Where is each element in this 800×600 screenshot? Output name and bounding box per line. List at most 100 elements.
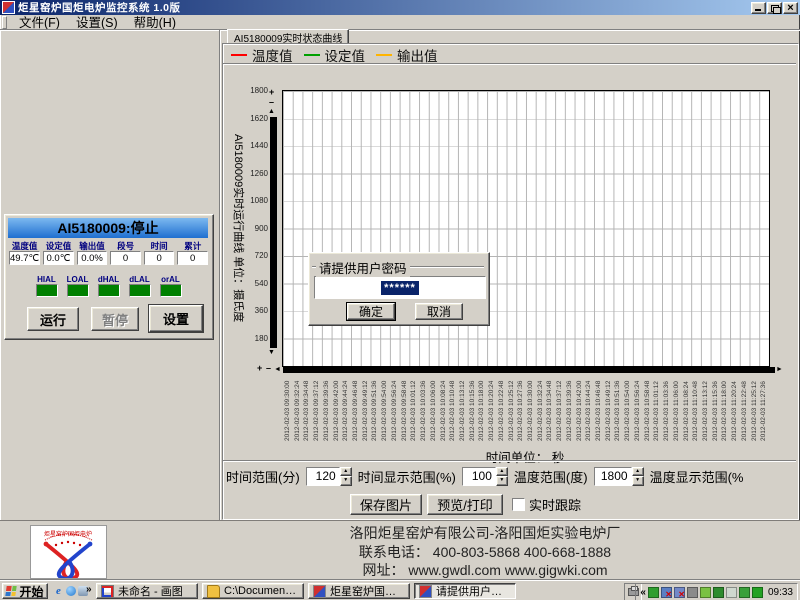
display-error-icon[interactable]: ✕	[674, 587, 685, 598]
print-preview-button[interactable]: 预览/打印	[427, 494, 503, 515]
update-available-icon[interactable]	[700, 587, 711, 598]
spinner-value[interactable]: 120	[306, 467, 340, 486]
x-tick-label: 2012-02-03 11:22:48	[740, 381, 749, 441]
company-info: 洛阳炬星窑炉有限公司-洛阳国炬实验电炉厂 联系电话： 400-803-5868 …	[180, 524, 790, 580]
password-dialog: 请提供用户密码 ****** 确定 取消	[308, 252, 490, 326]
status-panel: AI5180009:停止 温度值49.7℃设定值0.0℃输出值0.0%段号0时间…	[4, 214, 214, 340]
x-tick-label: 2012-02-03 10:01:12	[409, 381, 418, 441]
pause-button[interactable]: 暂停	[91, 307, 139, 331]
pane-splitter[interactable]	[219, 30, 221, 520]
status-field: 设定值0.0℃	[43, 241, 74, 265]
taskbar-task-label: 未命名 - 画图	[118, 583, 183, 599]
legend-color-dash	[376, 54, 392, 56]
y-scroll-down-icon[interactable]: ▼	[268, 349, 275, 356]
quicklaunch-expand-chevron[interactable]: »	[86, 584, 92, 595]
x-tick-label: 2012-02-03 09:42:00	[332, 381, 341, 441]
app-window: 炬星窑炉国炬电炉监控系统 1.0版 × 文件(F)设置(S)帮助(H) AI51…	[0, 0, 800, 600]
cancel-button[interactable]: 取消	[415, 303, 463, 320]
taskbar-task[interactable]: 炬星窑炉国炬电炉监...	[308, 583, 410, 599]
run-button[interactable]: 运行	[27, 307, 79, 331]
restore-button[interactable]	[767, 2, 782, 14]
x-tick-label: 2012-02-03 09:56:24	[390, 381, 399, 441]
y-tick-label: 360	[240, 306, 268, 315]
spinner-value[interactable]: 100	[462, 467, 496, 486]
y-zoom-out-button[interactable]: –	[269, 98, 274, 107]
x-tick-label: 2012-02-03 09:34:48	[302, 381, 311, 441]
menu-item[interactable]: 文件(F)	[11, 16, 68, 30]
range-controls: 时间范围(分)120▲▼时间显示范围(%)100▲▼温度范围(度)1800▲▼温…	[226, 465, 798, 487]
setup-button[interactable]: 设置	[149, 305, 203, 332]
y-axis-slider[interactable]	[270, 117, 277, 348]
y-tick-label: 1620	[240, 114, 268, 123]
minimize-button[interactable]	[751, 2, 766, 14]
x-scroll-left-icon[interactable]: ◄	[274, 366, 281, 373]
x-scroll-right-icon[interactable]: ►	[776, 366, 783, 373]
x-tick-label: 2012-02-03 10:08:24	[439, 381, 448, 441]
spinner-down-icon[interactable]: ▼	[340, 476, 352, 486]
x-tick-label: 2012-02-03 10:54:00	[623, 381, 632, 441]
taskbar-task[interactable]: 请提供用户密码	[414, 583, 516, 599]
x-tick-label: 2012-02-03 10:20:24	[487, 381, 496, 441]
spinner-down-icon[interactable]: ▼	[632, 476, 644, 486]
menu-grip[interactable]	[2, 16, 7, 29]
realtime-track-checkbox[interactable]	[512, 498, 525, 511]
alarm-lamp	[129, 284, 151, 297]
x-tick-label: 2012-02-03 10:32:24	[536, 381, 545, 441]
spinner-value[interactable]: 1800	[594, 467, 632, 486]
status-field-label: 段号	[117, 241, 134, 251]
windows-logo-icon	[6, 586, 17, 596]
spinner-2: 1800▲▼	[594, 467, 644, 486]
alarm-label: dHAL	[98, 275, 119, 284]
network-monitors-icon[interactable]	[739, 587, 750, 598]
spinner-up-icon[interactable]: ▲	[340, 467, 352, 477]
status-field-value: 0	[177, 251, 208, 265]
removable-drive-icon[interactable]	[726, 587, 737, 598]
taskbar-task[interactable]: C:\Documents and Se...	[202, 583, 304, 599]
menu-item[interactable]: 设置(S)	[68, 16, 126, 30]
menu-item[interactable]: 帮助(H)	[126, 16, 184, 30]
spinner-down-icon[interactable]: ▼	[496, 476, 508, 486]
status-panel-title: AI5180009:停止	[8, 218, 208, 238]
save-image-button[interactable]: 保存图片	[350, 494, 422, 515]
x-tick-label: 2012-02-03 11:15:36	[711, 381, 720, 441]
spinner-up-icon[interactable]: ▲	[632, 467, 644, 477]
x-axis-slider[interactable]	[283, 367, 775, 373]
x-tick-label: 2012-02-03 09:58:48	[400, 381, 409, 441]
start-button[interactable]: 开始	[2, 583, 48, 599]
sync-icon[interactable]	[752, 587, 763, 598]
signal-bars-icon[interactable]	[687, 587, 698, 598]
x-tick-label: 2012-02-03 09:39:36	[322, 381, 331, 441]
x-zoom-in-button[interactable]: +	[257, 364, 262, 373]
network-disconnected-icon[interactable]: ✕	[661, 587, 672, 598]
status-field: 段号0	[110, 241, 141, 265]
password-input[interactable]: ******	[314, 276, 486, 299]
paint-icon	[101, 585, 114, 598]
y-scroll-up-icon[interactable]: ▲	[268, 108, 275, 115]
ok-button[interactable]: 确定	[347, 303, 395, 320]
close-button[interactable]: ×	[783, 2, 798, 14]
security-shield-icon[interactable]	[713, 587, 724, 598]
status-field: 输出值0.0%	[77, 241, 108, 265]
y-zoom-in-button[interactable]: +	[269, 88, 274, 97]
tray-collapse-chevron[interactable]: «	[640, 587, 646, 598]
spinner-up-icon[interactable]: ▲	[496, 467, 508, 477]
y-tick-label: 1080	[240, 196, 268, 205]
x-zoom-out-button[interactable]: –	[266, 364, 271, 373]
status-field: 时间0	[144, 241, 175, 265]
alarm-indicator: LOAL	[67, 275, 89, 297]
status-field-value: 0	[144, 251, 175, 265]
x-axis-title: 时间单位： 秒	[282, 447, 768, 466]
x-tick-label: 2012-02-03 10:13:12	[458, 381, 467, 441]
x-tick-label: 2012-02-03 10:15:36	[468, 381, 477, 441]
range-label: 温度范围(度)	[514, 467, 588, 486]
x-tick-label: 2012-02-03 10:44:24	[584, 381, 593, 441]
x-tick-label: 2012-02-03 11:20:24	[730, 381, 739, 441]
x-tick-label: 2012-02-03 10:10:48	[448, 381, 457, 441]
alarm-lamp	[98, 284, 120, 297]
close-icon: ×	[787, 3, 793, 13]
taskbar-task[interactable]: 未命名 - 画图	[96, 583, 198, 599]
x-tick-label: 2012-02-03 10:56:24	[633, 381, 642, 441]
status-field-label: 时间	[151, 241, 168, 251]
range-label-clipped: 温度显示范围(%	[650, 467, 744, 486]
green-service-icon[interactable]	[648, 587, 659, 598]
